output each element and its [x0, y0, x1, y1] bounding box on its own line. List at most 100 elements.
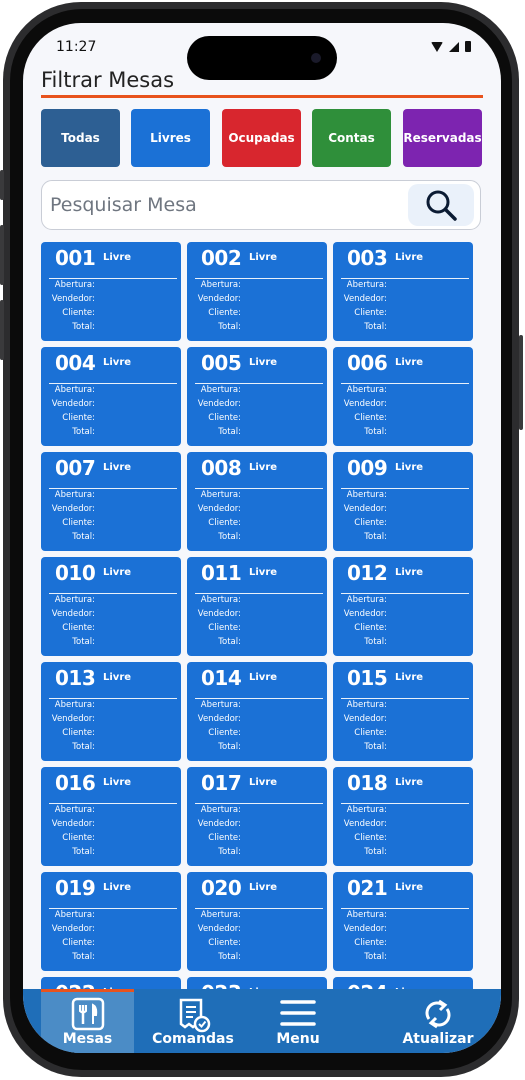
field-label-cliente: Cliente: [354, 518, 387, 528]
side-button [0, 225, 4, 285]
table-status: Livre [103, 252, 132, 263]
field-label-vendedor: Vendedor: [51, 924, 95, 934]
field-label-vendedor: Vendedor: [51, 504, 95, 514]
table-card[interactable]: 016 Livre Abertura: Vendedor: Cliente: Total: [41, 767, 181, 866]
card-divider [341, 593, 469, 594]
field-label-vendedor: Vendedor: [197, 609, 241, 619]
camera-icon [311, 53, 321, 63]
field-label-total: Total: [72, 322, 95, 332]
table-card[interactable]: 015 Livre Abertura: Vendedor: Cliente: Total: [333, 662, 473, 761]
side-button [519, 335, 523, 430]
card-divider [49, 803, 177, 804]
field-label-abertura: Abertura: [346, 595, 387, 605]
field-label-cliente: Cliente: [208, 833, 241, 843]
hamburger-menu-icon [280, 1000, 316, 1026]
table-number: 003 [347, 246, 388, 270]
table-card[interactable]: 011 Livre Abertura: Vendedor: Cliente: Total: [187, 557, 327, 656]
signal-icon [449, 42, 459, 52]
table-card[interactable]: 003 Livre Abertura: Vendedor: Cliente: Total: [333, 242, 473, 341]
field-label-abertura: Abertura: [346, 700, 387, 710]
tab-atualizar[interactable]: Atualizar [393, 989, 483, 1053]
table-status: Livre [395, 672, 424, 683]
table-status: Livre [395, 357, 424, 368]
field-label-total: Total: [364, 637, 387, 647]
table-status: Livre [395, 462, 424, 473]
field-label-total: Total: [364, 952, 387, 962]
tab-mesas[interactable]: Mesas [41, 989, 134, 1053]
table-number: 005 [201, 351, 242, 375]
tab-label: Mesas [62, 1031, 113, 1047]
field-label-cliente: Cliente: [62, 413, 95, 423]
table-card[interactable]: 023LivreAbertura:Vendedor:Cliente:Total: [187, 977, 327, 989]
filter-ocupadas-button[interactable]: Ocupadas [222, 109, 301, 167]
status-icons [431, 41, 471, 52]
table-card[interactable]: 012 Livre Abertura: Vendedor: Cliente: Total: [333, 557, 473, 656]
field-label-abertura: Abertura: [346, 280, 387, 290]
filter-contas-button[interactable]: Contas [312, 109, 391, 167]
card-divider [195, 908, 323, 909]
card-divider [49, 383, 177, 384]
card-divider [195, 488, 323, 489]
table-card[interactable]: 017 Livre Abertura: Vendedor: Cliente: Total: [187, 767, 327, 866]
search-button[interactable] [408, 184, 474, 226]
card-divider [341, 698, 469, 699]
table-card[interactable]: 020 Livre Abertura: Vendedor: Cliente: Total: [187, 872, 327, 971]
field-label-total: Total: [72, 637, 95, 647]
table-status: Livre [395, 777, 424, 788]
table-card[interactable]: 006 Livre Abertura: Vendedor: Cliente: Total: [333, 347, 473, 446]
field-label-vendedor: Vendedor: [343, 399, 387, 409]
table-number: 023 [201, 981, 242, 989]
filter-reservadas-button[interactable]: Reservadas [403, 109, 482, 167]
table-number: 017 [201, 771, 242, 795]
card-divider [341, 383, 469, 384]
card-divider [341, 278, 469, 279]
table-card[interactable]: 022LivreAbertura:Vendedor:Cliente:Total: [41, 977, 181, 989]
table-card[interactable]: 008 Livre Abertura: Vendedor: Cliente: Total: [187, 452, 327, 551]
field-label-total: Total: [364, 742, 387, 752]
table-card[interactable]: 010 Livre Abertura: Vendedor: Cliente: Total: [41, 557, 181, 656]
table-card[interactable]: 009 Livre Abertura: Vendedor: Cliente: Total: [333, 452, 473, 551]
field-label-cliente: Cliente: [208, 413, 241, 423]
card-divider [195, 383, 323, 384]
filter-todas-button[interactable]: Todas [41, 109, 120, 167]
search-icon [426, 190, 457, 221]
field-label-cliente: Cliente: [62, 833, 95, 843]
battery-icon [465, 41, 471, 52]
table-card[interactable]: 004 Livre Abertura: Vendedor: Cliente: Total: [41, 347, 181, 446]
field-label-vendedor: Vendedor: [51, 609, 95, 619]
search-field[interactable]: Pesquisar Mesa [41, 180, 481, 230]
card-divider [49, 593, 177, 594]
table-number: 006 [347, 351, 388, 375]
field-label-total: Total: [218, 847, 241, 857]
tab-comandas[interactable]: Comandas [143, 989, 243, 1053]
table-card[interactable]: 014 Livre Abertura: Vendedor: Cliente: Total: [187, 662, 327, 761]
field-label-vendedor: Vendedor: [197, 504, 241, 514]
field-label-total: Total: [218, 427, 241, 437]
field-label-vendedor: Vendedor: [197, 714, 241, 724]
table-card[interactable]: 005 Livre Abertura: Vendedor: Cliente: Total: [187, 347, 327, 446]
table-number: 007 [55, 456, 96, 480]
refresh-icon [425, 999, 451, 1029]
table-card[interactable]: 024LivreAbertura:Vendedor:Cliente:Total: [333, 977, 473, 989]
field-label-cliente: Cliente: [354, 623, 387, 633]
field-label-vendedor: Vendedor: [197, 399, 241, 409]
search-input[interactable]: Pesquisar Mesa [50, 194, 197, 216]
filter-livres-button[interactable]: Livres [131, 109, 210, 167]
table-card[interactable]: 007 Livre Abertura: Vendedor: Cliente: Total: [41, 452, 181, 551]
field-label-cliente: Cliente: [354, 938, 387, 948]
table-card[interactable]: 002 Livre Abertura: Vendedor: Cliente: Total: [187, 242, 327, 341]
tab-label: Comandas [152, 1031, 234, 1047]
table-card[interactable]: 021 Livre Abertura: Vendedor: Cliente: Total: [333, 872, 473, 971]
field-label-abertura: Abertura: [200, 385, 241, 395]
field-label-vendedor: Vendedor: [197, 294, 241, 304]
table-card[interactable]: 001 Livre Abertura: Vendedor: Cliente: Total: [41, 242, 181, 341]
field-label-cliente: Cliente: [208, 728, 241, 738]
wifi-icon [431, 42, 443, 52]
table-card[interactable]: 018 Livre Abertura: Vendedor: Cliente: Total: [333, 767, 473, 866]
field-label-cliente: Cliente: [354, 413, 387, 423]
tab-menu[interactable]: Menu [253, 989, 343, 1053]
field-label-total: Total: [364, 427, 387, 437]
card-divider [341, 803, 469, 804]
table-card[interactable]: 019 Livre Abertura: Vendedor: Cliente: Total: [41, 872, 181, 971]
table-card[interactable]: 013 Livre Abertura: Vendedor: Cliente: Total: [41, 662, 181, 761]
